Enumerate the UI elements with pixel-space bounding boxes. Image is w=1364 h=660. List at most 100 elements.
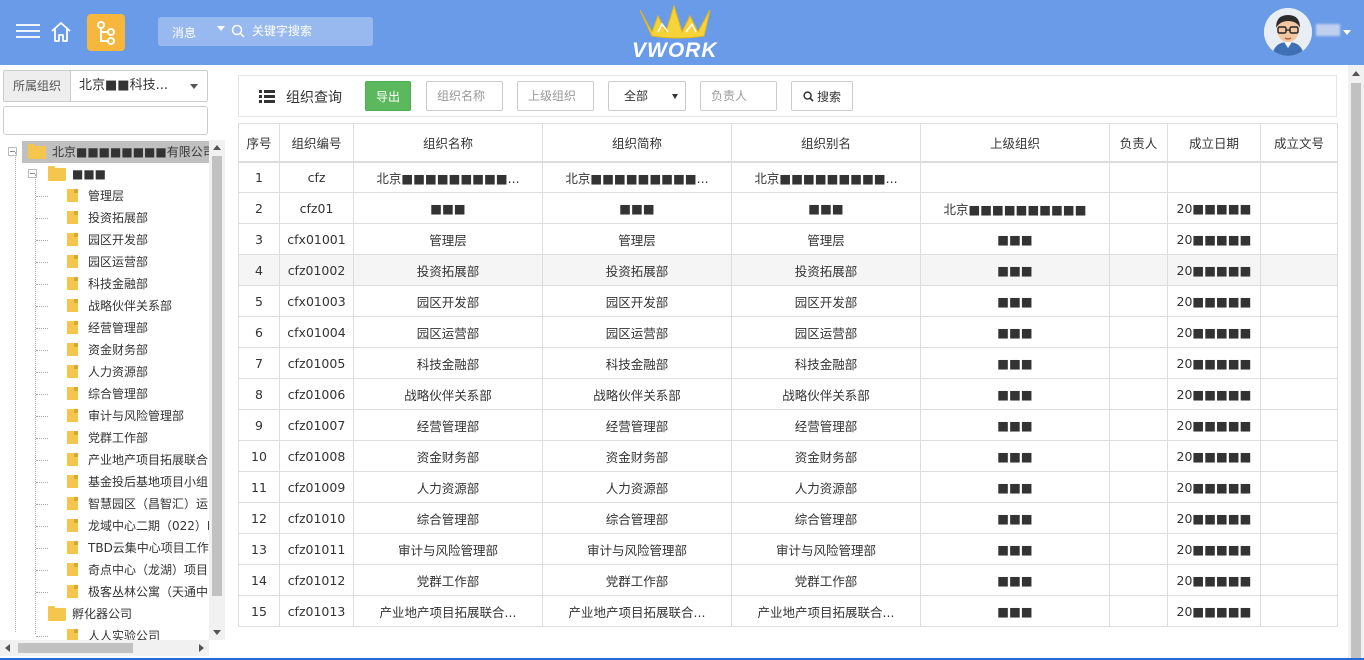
column-header[interactable]: 组织简称	[542, 123, 732, 163]
tree-node[interactable]: 投资拓展部	[0, 207, 209, 229]
table-row[interactable]: 6 cfx01004 园区运营部 园区运营部 园区运营部 ■■■ 20■■■■■	[238, 316, 1338, 348]
org-selector[interactable]: 所属组织 北京■■科技...	[3, 70, 208, 102]
table-row[interactable]: 2 cfz01 ■■■ ■■■ ■■■ 北京■■■■■■■■■■ 20■■■■■	[238, 192, 1338, 224]
tree-filter-input[interactable]	[3, 106, 208, 135]
file-icon	[67, 541, 78, 554]
tree-node[interactable]: ■■■	[0, 163, 209, 185]
tree-node[interactable]: 龙域中心二期（022）I	[0, 515, 209, 537]
file-icon	[67, 365, 78, 378]
tree-node-label: 奇点中心（龙湖）项目	[88, 563, 209, 577]
tree-node[interactable]: 奇点中心（龙湖）项目	[0, 559, 209, 581]
search-button[interactable]: 搜索	[791, 81, 853, 111]
table-cell	[1260, 161, 1338, 193]
table-row[interactable]: 7 cfz01005 科技金融部 科技金融部 科技金融部 ■■■ 20■■■■■	[238, 347, 1338, 379]
column-header[interactable]: 成立文号	[1260, 123, 1338, 163]
owner-input[interactable]	[700, 81, 777, 111]
org-name-input[interactable]	[426, 81, 503, 111]
table-cell: 5	[238, 285, 280, 317]
tree-node[interactable]: 基金投后基地项目小组	[0, 471, 209, 493]
tree-node[interactable]: 孵化器公司	[0, 603, 209, 625]
table-cell: 7	[238, 347, 280, 379]
table-cell: 投资拓展部	[731, 254, 921, 286]
tree-node[interactable]: 经营管理部	[0, 317, 209, 339]
tree-node[interactable]: 园区开发部	[0, 229, 209, 251]
table-row[interactable]: 14 cfz01012 党群工作部 党群工作部 党群工作部 ■■■ 20■■■■■	[238, 564, 1338, 596]
search-type-select[interactable]: 消息	[172, 24, 196, 41]
page-vertical-scrollbar[interactable]	[1348, 65, 1364, 660]
tree-horizontal-scrollbar[interactable]	[0, 640, 209, 656]
tree-node-label: 园区开发部	[88, 233, 149, 247]
avatar[interactable]	[1264, 8, 1312, 56]
tree-node[interactable]: 极客丛林公寓（天通中	[0, 581, 209, 603]
tree-vertical-scrollbar[interactable]	[209, 140, 225, 640]
tree-node[interactable]: 党群工作部	[0, 427, 209, 449]
folder-icon	[48, 606, 66, 621]
table-cell: 北京■■■■■■■■■...	[353, 161, 543, 193]
chevron-down-icon[interactable]	[217, 26, 225, 31]
table-row[interactable]: 3 cfx01001 管理层 管理层 管理层 ■■■ 20■■■■■	[238, 223, 1338, 255]
table-row[interactable]: 11 cfz01009 人力资源部 人力资源部 人力资源部 ■■■ 20■■■■■	[238, 471, 1338, 503]
column-header[interactable]: 组织别名	[731, 123, 921, 163]
tree-node[interactable]: 综合管理部	[0, 383, 209, 405]
table-cell: 12	[238, 502, 280, 534]
tree-node[interactable]: 科技金融部	[0, 273, 209, 295]
table-cell: 经营管理部	[542, 409, 732, 441]
table-cell: ■■■	[920, 254, 1110, 286]
table-row[interactable]: 5 cfx01003 园区开发部 园区开发部 园区开发部 ■■■ 20■■■■■	[238, 285, 1338, 317]
column-header[interactable]: 上级组织	[920, 123, 1110, 163]
table-row[interactable]: 8 cfz01006 战略伙伴关系部 战略伙伴关系部 战略伙伴关系部 ■■■ 20■■■■■	[238, 378, 1338, 410]
tree-node[interactable]: 资金财务部	[0, 339, 209, 361]
file-icon	[67, 431, 78, 444]
tree-node[interactable]: 管理层	[0, 185, 209, 207]
username[interactable]: ***	[1316, 24, 1340, 36]
parent-org-input[interactable]	[517, 81, 594, 111]
table-row[interactable]: 1 cfz 北京■■■■■■■■■... 北京■■■■■■■■■... 北京■■■■■■…	[238, 161, 1338, 193]
table-cell: cfz01	[279, 192, 354, 224]
table-row[interactable]: 10 cfz01008 资金财务部 资金财务部 资金财务部 ■■■ 20■■■■■	[238, 440, 1338, 472]
table-cell: cfz01013	[279, 595, 354, 627]
tree-node[interactable]: 战略伙伴关系部	[0, 295, 209, 317]
table-cell	[1260, 595, 1338, 627]
column-header[interactable]: 序号	[238, 123, 280, 163]
tree-node[interactable]: TBD云集中心项目工作	[0, 537, 209, 559]
file-icon	[67, 409, 78, 422]
org-selector-value[interactable]: 北京■■科技...	[71, 71, 207, 101]
tree-node[interactable]: 人力资源部	[0, 361, 209, 383]
logo-crown-icon	[639, 4, 711, 39]
home-icon[interactable]	[49, 20, 73, 44]
table-row[interactable]: 4 cfz01002 投资拓展部 投资拓展部 投资拓展部 ■■■ 20■■■■■	[238, 254, 1338, 286]
table-row[interactable]: 15 cfz01013 产业地产项目拓展联合... 产业地产项目拓展联合... 产业地产…	[238, 595, 1338, 627]
tree-node[interactable]: 产业地产项目拓展联合	[0, 449, 209, 471]
export-button[interactable]: 导出	[365, 81, 411, 111]
table-cell: 20■■■■■	[1167, 564, 1261, 596]
tree-node[interactable]: 审计与风险管理部	[0, 405, 209, 427]
search-icon[interactable]	[231, 24, 245, 38]
search-input[interactable]	[252, 22, 364, 40]
file-icon	[67, 475, 78, 488]
column-header[interactable]: 负责人	[1109, 123, 1168, 163]
tree-node[interactable]: 北京■■■■■■■■有限公司	[8, 141, 209, 163]
table-cell: 人力资源部	[731, 471, 921, 503]
table-row[interactable]: 12 cfz01010 综合管理部 综合管理部 综合管理部 ■■■ 20■■■■■	[238, 502, 1338, 534]
table-cell	[1260, 254, 1338, 286]
table-row[interactable]: 13 cfz01011 审计与风险管理部 审计与风险管理部 审计与风险管理部 ■■■ 20■…	[238, 533, 1338, 565]
org-selector-label: 所属组织	[4, 71, 71, 101]
column-header[interactable]: 成立日期	[1167, 123, 1261, 163]
org-tree-button[interactable]	[87, 14, 125, 51]
table-cell	[1260, 378, 1338, 410]
user-menu-chevron-icon[interactable]	[1343, 30, 1351, 35]
table-cell: cfz01008	[279, 440, 354, 472]
hamburger-icon[interactable]	[16, 20, 40, 44]
tree-node-label: 园区运营部	[88, 255, 149, 269]
tree-node[interactable]: 园区运营部	[0, 251, 209, 273]
tree-node[interactable]: 智慧园区（昌智汇）运	[0, 493, 209, 515]
table-cell	[1109, 161, 1168, 193]
table-cell: 14	[238, 564, 280, 596]
column-header[interactable]: 组织名称	[353, 123, 543, 163]
chevron-down-icon[interactable]	[190, 84, 198, 89]
tree-node[interactable]: 人人实验公司	[0, 625, 209, 641]
column-header[interactable]: 组织编号	[279, 123, 354, 163]
table-cell	[1260, 440, 1338, 472]
table-row[interactable]: 9 cfz01007 经营管理部 经营管理部 经营管理部 ■■■ 20■■■■■	[238, 409, 1338, 441]
scope-select[interactable]: 全部	[608, 81, 686, 111]
